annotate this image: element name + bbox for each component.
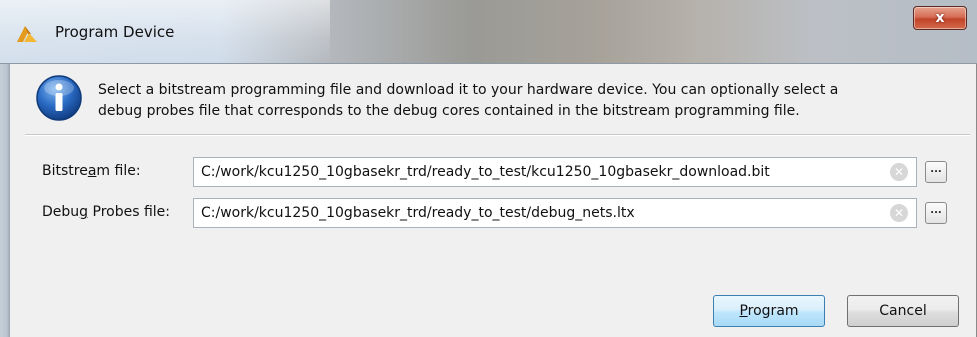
info-icon (36, 75, 82, 121)
clear-probes-icon[interactable]: ✕ (890, 204, 908, 222)
info-message: Select a bitstream programming file and … (98, 80, 948, 122)
vivado-logo-icon (17, 26, 37, 42)
bitstream-file-input[interactable]: C:/work/kcu1250_10gbasekr_trd/ready_to_t… (193, 157, 917, 187)
program-button-accelerator: P (739, 303, 748, 319)
debug-probes-file-label: Debug Probes file: (42, 203, 170, 221)
info-message-line-1: Select a bitstream programming file and … (98, 82, 839, 98)
close-button[interactable]: x (913, 6, 967, 30)
probes-label-accelerator: g (79, 204, 89, 220)
browse-bitstream-button[interactable]: ... (925, 161, 947, 183)
info-message-line-2: debug probes file that corresponds to th… (98, 103, 800, 119)
window-frame-left (0, 64, 10, 337)
bitstream-file-label: Bitstream file: (42, 162, 141, 180)
program-button-label: rogram (747, 303, 799, 319)
close-icon: x (935, 10, 945, 26)
browse-probes-button[interactable]: ... (925, 202, 947, 224)
title-bar[interactable]: Program Device x (0, 0, 977, 64)
bitstream-label-part1: Bitstre (42, 163, 88, 179)
window-title: Program Device (55, 23, 175, 41)
program-button[interactable]: Program (713, 295, 825, 327)
probes-label-part2: Probes file: (88, 204, 170, 220)
separator (25, 134, 970, 136)
clear-bitstream-icon[interactable]: ✕ (890, 163, 908, 181)
bitstream-label-part2: m file: (96, 163, 141, 179)
debug-probes-file-input[interactable]: C:/work/kcu1250_10gbasekr_trd/ready_to_t… (193, 198, 917, 228)
cancel-button[interactable]: Cancel (847, 295, 959, 327)
program-device-dialog: Program Device x Select a bitstream prog… (0, 0, 977, 337)
probes-label-part1: Debu (42, 204, 80, 220)
